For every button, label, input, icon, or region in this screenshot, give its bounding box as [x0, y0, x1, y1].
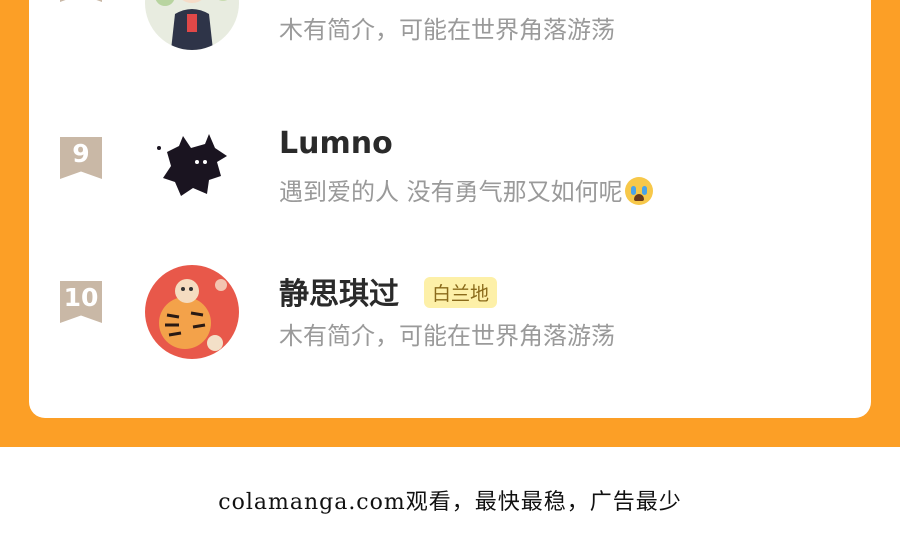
list-item[interactable]: 8 木有简介，可能在世界角落游荡 — [29, 0, 871, 100]
crying-face-emoji-icon — [624, 177, 653, 205]
footer-watermark: colamanga.com观看，最快最稳，广告最少 — [218, 490, 682, 515]
rank-badge: 8 — [60, 0, 102, 2]
list-item[interactable]: 9 Lumno 遇到爱的人 没有勇气那又如何呢 — [29, 122, 871, 270]
black-creature-avatar-icon — [145, 122, 239, 216]
ranking-card: 8 木有简介，可能在世界角落游荡 9 — [29, 0, 871, 418]
rank-number: 10 — [63, 283, 99, 312]
user-bio: 木有简介，可能在世界角落游荡 — [279, 16, 615, 44]
user-bio: 遇到爱的人 没有勇气那又如何呢 — [279, 172, 653, 207]
cartoon-character-avatar-icon — [145, 0, 239, 50]
avatar[interactable] — [145, 122, 239, 216]
avatar[interactable] — [145, 265, 239, 359]
user-name[interactable]: Lumno — [279, 126, 393, 161]
user-name[interactable]: 静思琪过 — [279, 269, 399, 313]
rank-badge: 9 — [60, 137, 102, 179]
ranking-panel: 8 木有简介，可能在世界角落游荡 9 — [0, 0, 900, 447]
rank-badge: 10 — [60, 281, 102, 323]
tiger-avatar-icon — [145, 265, 239, 359]
avatar[interactable] — [145, 0, 239, 50]
user-bio-text: 遇到爱的人 没有勇气那又如何呢 — [279, 178, 623, 206]
title-badge: 白兰地 — [424, 277, 498, 308]
user-bio: 木有简介，可能在世界角落游荡 — [279, 322, 615, 350]
list-item[interactable]: 10 静思琪过 白兰地 木有简介，可能在世界角落游荡 — [29, 265, 871, 417]
rank-number: 9 — [72, 139, 90, 168]
